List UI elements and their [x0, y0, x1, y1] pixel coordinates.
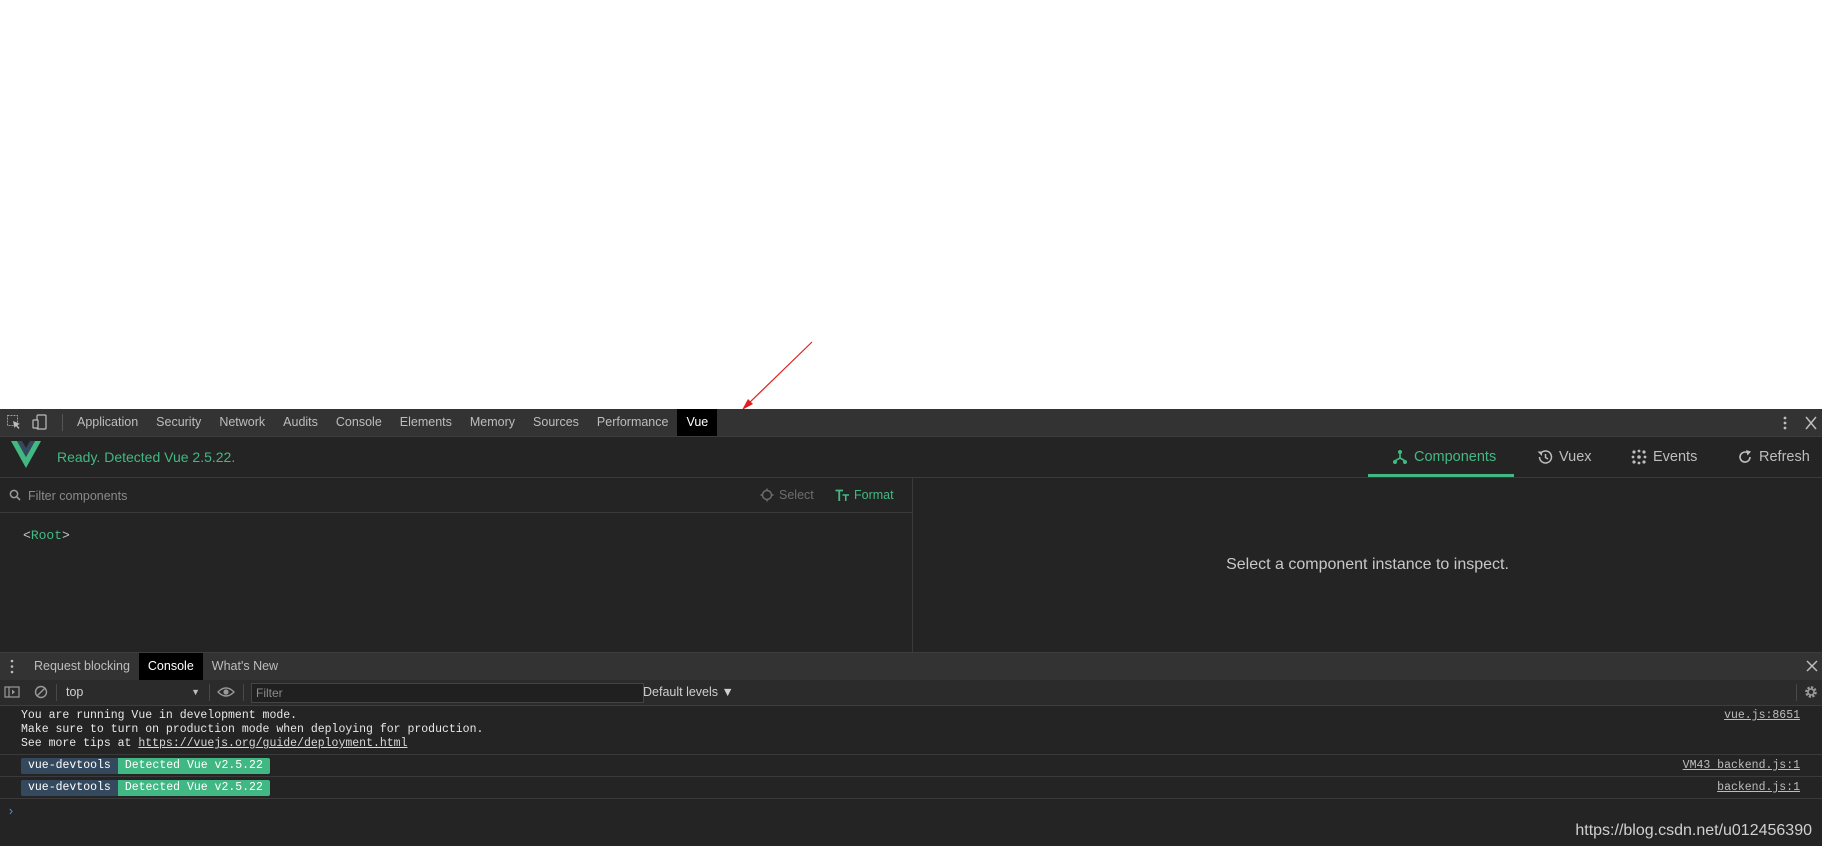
message-line: See more tips at https://vuejs.org/guide… — [21, 737, 407, 751]
toolbar-separator — [243, 684, 244, 701]
devtools-panel: Application Security Network Audits Cons… — [0, 409, 1822, 846]
component-tree-pane: Select Format <Root> — [0, 478, 913, 652]
eye-icon[interactable] — [217, 684, 235, 700]
inspected-page-area — [0, 0, 1822, 409]
tab-audits[interactable]: Audits — [274, 409, 327, 436]
tab-elements[interactable]: Elements — [391, 409, 461, 436]
inspect-element-icon[interactable] — [6, 414, 22, 430]
nav-events-label: Events — [1653, 449, 1698, 465]
nav-components[interactable]: Components — [1392, 437, 1496, 477]
execution-context-select[interactable]: top ▼ — [66, 683, 200, 702]
vue-logo-icon — [11, 441, 41, 468]
components-icon — [1393, 450, 1407, 464]
search-icon — [9, 489, 21, 501]
badge-vue-devtools: vue-devtools — [21, 758, 118, 774]
drawer-tabs: Request blocking Console What's New — [25, 653, 287, 680]
console-message: vue-devtools Detected Vue v2.5.22 backend… — [0, 777, 1822, 799]
watermark-text: https://blog.csdn.net/u012456390 — [1575, 822, 1812, 839]
context-value: top — [66, 685, 84, 699]
sidebar-toggle-icon[interactable] — [4, 684, 20, 700]
refresh-icon — [1739, 450, 1751, 463]
vue-devtools-header: Ready. Detected Vue 2.5.22. Components V… — [0, 437, 1822, 478]
tree-bracket-close: > — [62, 528, 70, 543]
console-message: vue-devtools Detected Vue v2.5.22 VM43 ba… — [0, 755, 1822, 777]
devtools-badges: vue-devtools Detected Vue v2.5.22 — [21, 780, 270, 796]
tab-application[interactable]: Application — [68, 409, 147, 436]
message-line: Make sure to turn on production mode whe… — [21, 723, 484, 736]
drawer-menu-icon[interactable] — [8, 658, 16, 675]
devtools-tabbar: Application Security Network Audits Cons… — [0, 409, 1822, 437]
nav-components-label: Components — [1414, 449, 1497, 465]
caret-down-icon: ▼ — [191, 687, 200, 697]
vue-detected-status: Ready. Detected Vue 2.5.22. — [57, 449, 236, 465]
drawer-tabbar: Request blocking Console What's New — [0, 652, 1822, 681]
drawer-close-icon[interactable] — [1806, 660, 1818, 672]
device-toolbar-icon[interactable] — [32, 414, 48, 430]
devtools-badges: vue-devtools Detected Vue v2.5.22 — [21, 758, 270, 774]
select-label: Select — [779, 488, 814, 502]
events-icon — [1631, 449, 1647, 465]
drawer-tab-request-blocking[interactable]: Request blocking — [25, 653, 139, 680]
message-source-link[interactable]: VM43 backend.js:1 — [1683, 759, 1800, 772]
component-inspector-pane: Select a component instance to inspect. — [913, 478, 1822, 652]
tab-memory[interactable]: Memory — [461, 409, 524, 436]
format-button[interactable]: Format — [835, 478, 894, 512]
crosshair-icon — [760, 488, 774, 502]
tree-node-name: Root — [30, 528, 63, 543]
nav-vuex-label: Vuex — [1559, 449, 1592, 465]
select-component-button[interactable]: Select — [760, 478, 814, 512]
message-source-link[interactable]: vue.js:8651 — [1724, 709, 1800, 722]
component-filter-bar: Select Format — [0, 478, 912, 513]
kebab-menu-icon[interactable] — [1775, 415, 1795, 431]
nav-vuex[interactable]: Vuex — [1536, 437, 1592, 477]
deployment-guide-link[interactable]: https://vuejs.org/guide/deployment.html — [138, 737, 407, 750]
console-prompt[interactable]: › — [7, 804, 15, 819]
badge-detected-vue: Detected Vue v2.5.22 — [117, 758, 270, 774]
format-label: Format — [854, 488, 894, 502]
console-messages: You are running Vue in development mode.… — [0, 706, 1822, 846]
tab-performance[interactable]: Performance — [588, 409, 678, 436]
text-format-icon — [835, 489, 849, 501]
nav-refresh-label: Refresh — [1759, 449, 1810, 465]
tabbar-separator — [62, 414, 63, 431]
message-text: See more tips at — [21, 737, 139, 750]
tab-sources[interactable]: Sources — [524, 409, 588, 436]
message-line: You are running Vue in development mode. — [21, 709, 298, 722]
tab-network[interactable]: Network — [210, 409, 274, 436]
drawer-tab-whats-new[interactable]: What's New — [203, 653, 287, 680]
nav-refresh[interactable]: Refresh — [1737, 437, 1810, 477]
badge-vue-devtools: vue-devtools — [21, 780, 118, 796]
console-toolbar: top ▼ Default levels ▼ — [0, 680, 1822, 706]
tab-console[interactable]: Console — [327, 409, 391, 436]
drawer-tab-console[interactable]: Console — [138, 653, 203, 680]
toolbar-separator — [1796, 684, 1797, 701]
toolbar-separator — [209, 684, 210, 701]
clear-console-icon[interactable] — [33, 684, 49, 700]
gear-icon[interactable] — [1803, 684, 1819, 700]
log-levels-dropdown[interactable]: Default levels ▼ — [643, 680, 734, 705]
badge-detected-vue: Detected Vue v2.5.22 — [117, 780, 270, 796]
history-icon — [1537, 450, 1553, 464]
tree-bracket-open: < — [23, 528, 31, 543]
close-icon[interactable] — [1801, 416, 1821, 430]
filter-components-input[interactable] — [26, 484, 710, 508]
devtools-tabs: Application Security Network Audits Cons… — [68, 409, 718, 436]
inspect-placeholder-message: Select a component instance to inspect. — [1226, 556, 1509, 573]
tab-vue[interactable]: Vue — [677, 409, 718, 436]
console-message: You are running Vue in development mode.… — [0, 706, 1822, 755]
toolbar-separator — [56, 684, 57, 701]
tree-node-root[interactable]: <Root> — [23, 528, 70, 543]
nav-events[interactable]: Events — [1631, 437, 1697, 477]
active-nav-underline — [1368, 474, 1514, 477]
message-source-link[interactable]: backend.js:1 — [1717, 781, 1800, 794]
tab-security[interactable]: Security — [147, 409, 210, 436]
console-filter-input[interactable] — [251, 683, 644, 703]
